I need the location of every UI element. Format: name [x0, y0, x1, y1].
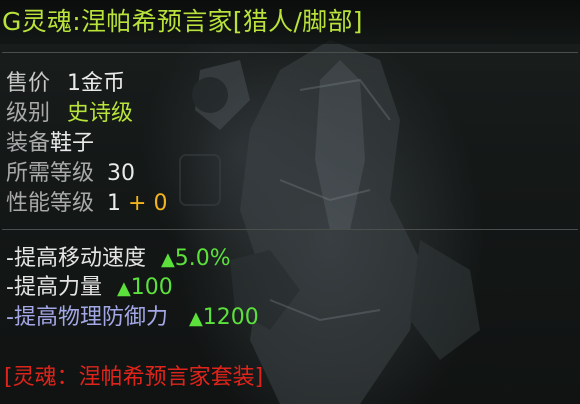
price-row: 售价 1金币	[6, 70, 125, 98]
grade-label: 级别	[6, 101, 51, 126]
up-triangle-icon: ▲	[116, 278, 131, 299]
stat-name: -提高物理防御力	[6, 305, 168, 330]
performance-level-bonus: + 0	[128, 191, 168, 216]
stat-row: -提高力量 ▲100	[6, 274, 173, 303]
grade-row: 级别 史诗级	[6, 100, 133, 128]
stat-row: -提高物理防御力 ▲1200	[6, 304, 259, 333]
equip-value: 鞋子	[50, 131, 95, 156]
stat-value: 1200	[202, 305, 259, 330]
up-triangle-icon: ▲	[188, 308, 203, 329]
stat-name: -提高移动速度	[6, 246, 146, 271]
stat-name: -提高力量	[6, 275, 102, 300]
equip-label: 装备	[6, 131, 51, 156]
stats-divider	[2, 229, 578, 230]
set-name: [灵魂：涅帕希预言家套装]	[4, 365, 264, 390]
item-title: G灵魂:涅帕希预言家[猎人/脚部]	[2, 7, 363, 36]
stat-value: 100	[130, 275, 173, 300]
grade-value: 史诗级	[67, 101, 134, 126]
equip-row: 装备鞋子	[6, 130, 94, 158]
title-divider	[2, 52, 578, 53]
up-triangle-icon: ▲	[160, 249, 175, 270]
required-level-row: 所需等级 30	[6, 160, 135, 188]
title-bar: G灵魂:涅帕希预言家[猎人/脚部]	[0, 0, 580, 44]
stat-value: 5.0%	[174, 246, 231, 271]
performance-level-label: 性能等级	[6, 191, 95, 216]
item-tooltip: G灵魂:涅帕希预言家[猎人/脚部] 售价 1金币 级别 史诗级 装备鞋子 所需等…	[0, 0, 580, 404]
price-label: 售价	[6, 71, 51, 96]
stat-row: -提高移动速度 ▲5.0%	[6, 245, 231, 274]
required-level-value: 30	[107, 161, 136, 186]
price-value: 1金币	[67, 71, 126, 96]
performance-level-row: 性能等级 1 + 0	[6, 190, 167, 218]
required-level-label: 所需等级	[6, 161, 95, 186]
performance-level-base: 1	[107, 191, 122, 216]
